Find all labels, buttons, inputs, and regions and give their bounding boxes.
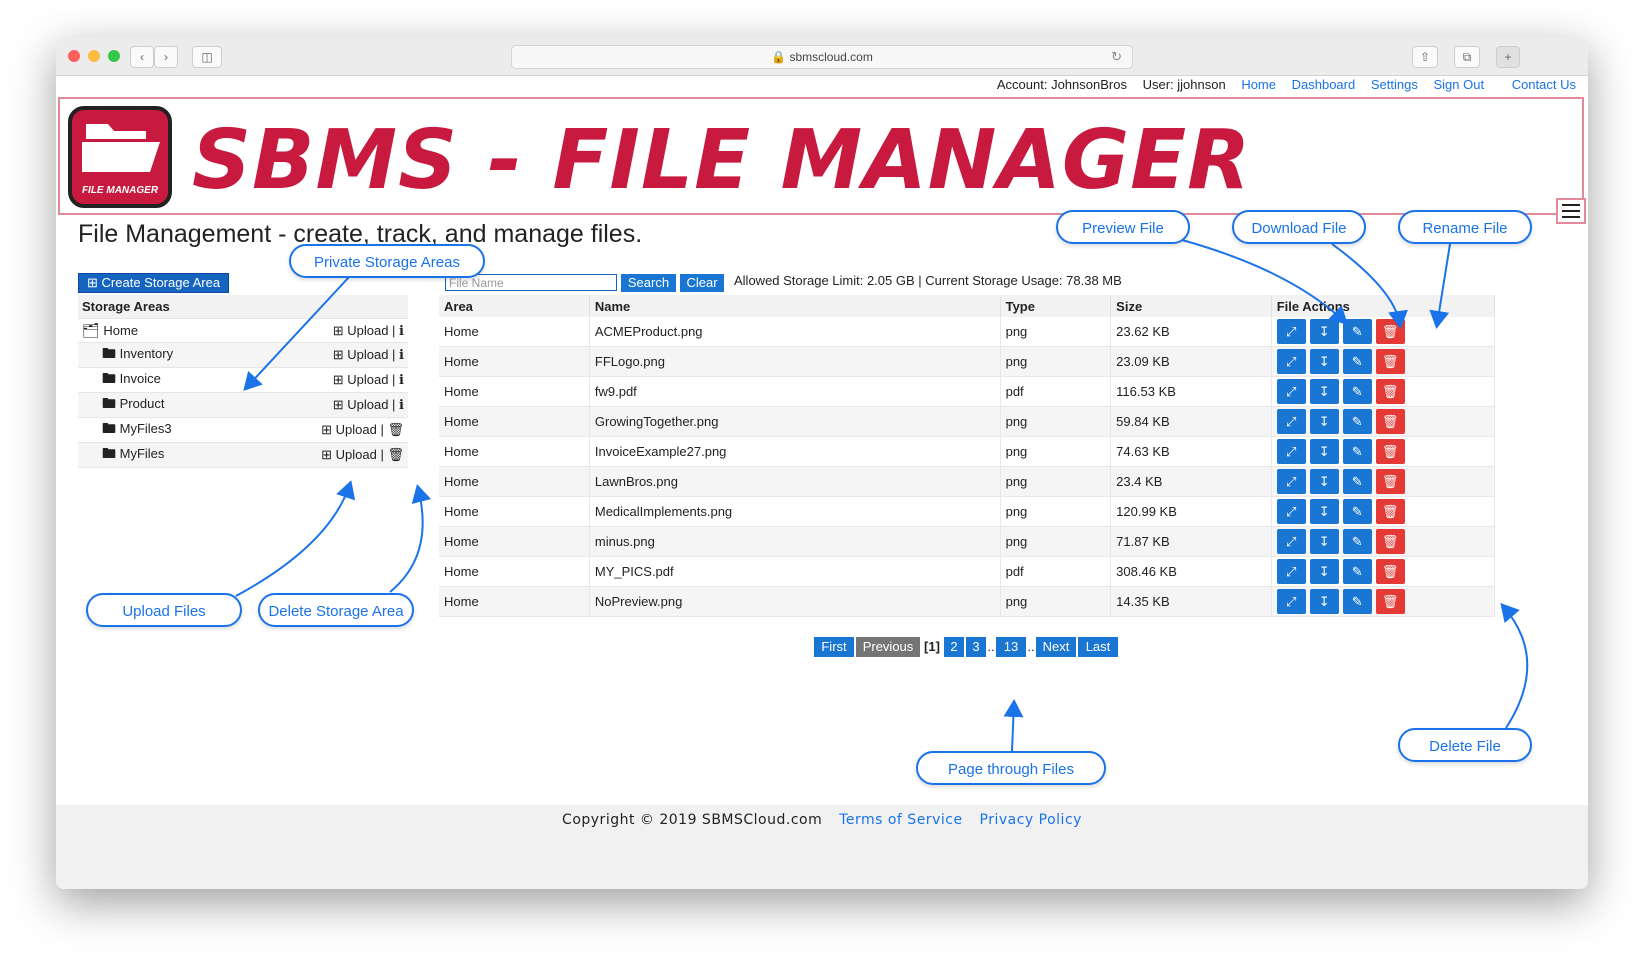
callout-page-through-files: Page through Files bbox=[916, 751, 1106, 785]
callout-delete-storage-area: Delete Storage Area bbox=[258, 593, 414, 627]
callout-upload-files: Upload Files bbox=[86, 593, 242, 627]
annotation-arrows bbox=[235, 239, 1529, 752]
callout-rename-file: Rename File bbox=[1398, 210, 1532, 244]
callout-delete-file: Delete File bbox=[1398, 728, 1532, 762]
callout-download-file: Download File bbox=[1232, 210, 1366, 244]
callout-preview-file: Preview File bbox=[1056, 210, 1190, 244]
callout-private-storage-areas: Private Storage Areas bbox=[289, 244, 485, 278]
